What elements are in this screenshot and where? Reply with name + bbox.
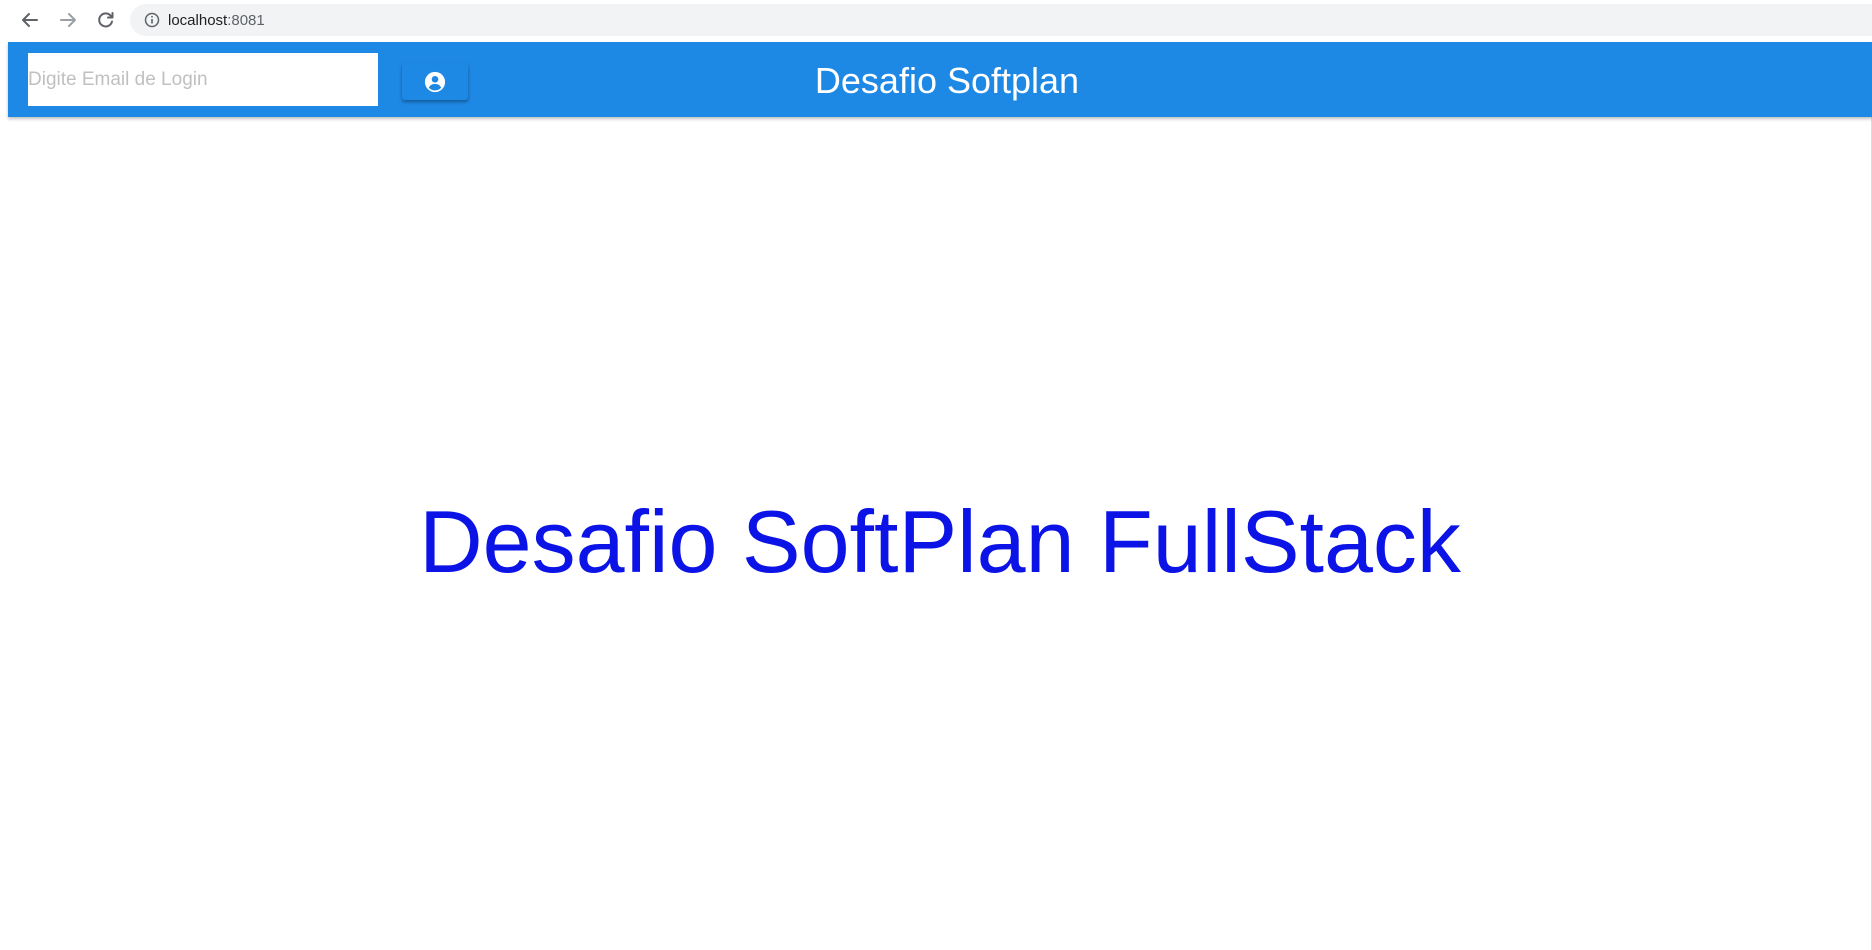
app-title: Desafio Softplan — [814, 60, 1080, 101]
arrow-left-icon — [22, 13, 38, 27]
info-icon[interactable] — [144, 12, 160, 28]
app-header: Desafio Softplan — [8, 42, 1872, 117]
arrow-right-icon — [60, 13, 76, 27]
back-button[interactable] — [16, 6, 44, 34]
url-host: localhost — [168, 11, 228, 29]
reload-icon — [98, 12, 114, 28]
reload-button[interactable] — [92, 6, 120, 34]
page-heading: Desafio SoftPlan FullStack — [419, 492, 1461, 591]
login-button[interactable] — [402, 63, 468, 100]
address-bar[interactable]: localhost:8081 — [130, 4, 1872, 36]
page-viewport: Desafio Softplan Desafio SoftPlan FullSt… — [8, 42, 1872, 950]
forward-button[interactable] — [54, 6, 82, 34]
login-email-input[interactable] — [28, 53, 378, 106]
url-port: :8081 — [227, 11, 265, 29]
browser-toolbar: localhost:8081 — [0, 0, 1872, 40]
url-text: localhost:8081 — [168, 12, 265, 29]
account-circle-icon — [424, 71, 446, 92]
